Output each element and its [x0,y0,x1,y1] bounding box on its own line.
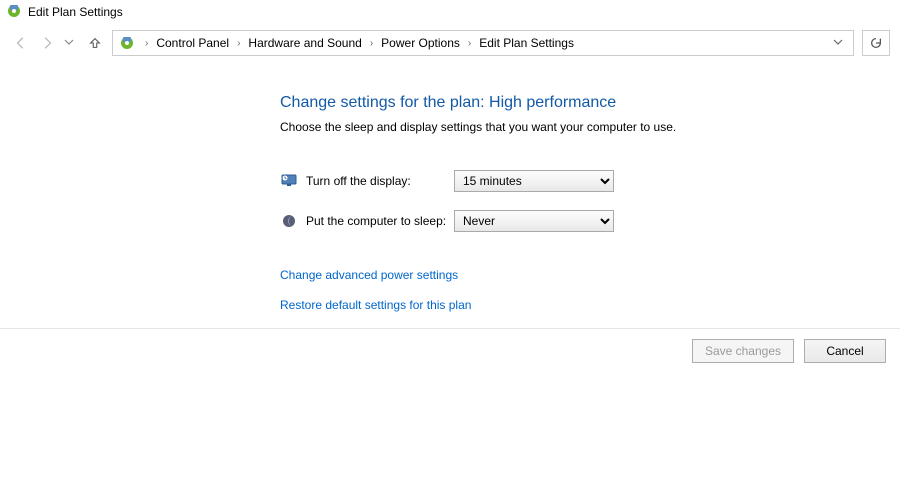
back-button[interactable] [10,32,32,54]
breadcrumb-separator-icon: › [141,38,152,49]
refresh-button[interactable] [862,30,890,56]
moon-icon [280,212,298,230]
links-section: Change advanced power settings Restore d… [280,268,900,312]
page-heading: Change settings for the plan: High perfo… [280,94,900,112]
footer: Save changes Cancel [0,329,900,373]
breadcrumb-hardware-and-sound[interactable]: Hardware and Sound [246,36,363,50]
breadcrumb-control-panel[interactable]: Control Panel [154,36,231,50]
setting-sleep: Put the computer to sleep: Never [280,210,900,232]
page-description: Choose the sleep and display settings th… [280,120,900,134]
forward-button[interactable] [36,32,58,54]
display-off-select[interactable]: 15 minutes [454,170,614,192]
advanced-settings-link[interactable]: Change advanced power settings [280,268,900,282]
address-history-chevron-icon[interactable] [829,35,847,52]
save-changes-button[interactable]: Save changes [692,339,794,363]
address-bar[interactable]: › Control Panel › Hardware and Sound › P… [112,30,854,56]
sleep-label: Put the computer to sleep: [306,214,454,228]
cancel-button[interactable]: Cancel [804,339,886,363]
display-off-label: Turn off the display: [306,174,454,188]
recent-locations-chevron-icon[interactable] [62,37,76,50]
breadcrumb-power-options[interactable]: Power Options [379,36,462,50]
main-content: Change settings for the plan: High perfo… [0,66,900,312]
sleep-select[interactable]: Never [454,210,614,232]
title-bar: Edit Plan Settings [0,0,900,24]
display-icon [280,172,298,190]
setting-display-off: Turn off the display: 15 minutes [280,170,900,192]
breadcrumb-edit-plan-settings[interactable]: Edit Plan Settings [477,36,576,50]
breadcrumb-separator-icon: › [233,38,244,49]
up-button[interactable] [84,32,106,54]
breadcrumb-separator-icon: › [366,38,377,49]
breadcrumb-separator-icon: › [464,38,475,49]
restore-defaults-link[interactable]: Restore default settings for this plan [280,298,900,312]
nav-bar: › Control Panel › Hardware and Sound › P… [0,24,900,66]
control-panel-icon [6,3,22,22]
control-panel-icon [119,35,135,51]
window-title: Edit Plan Settings [28,5,123,19]
